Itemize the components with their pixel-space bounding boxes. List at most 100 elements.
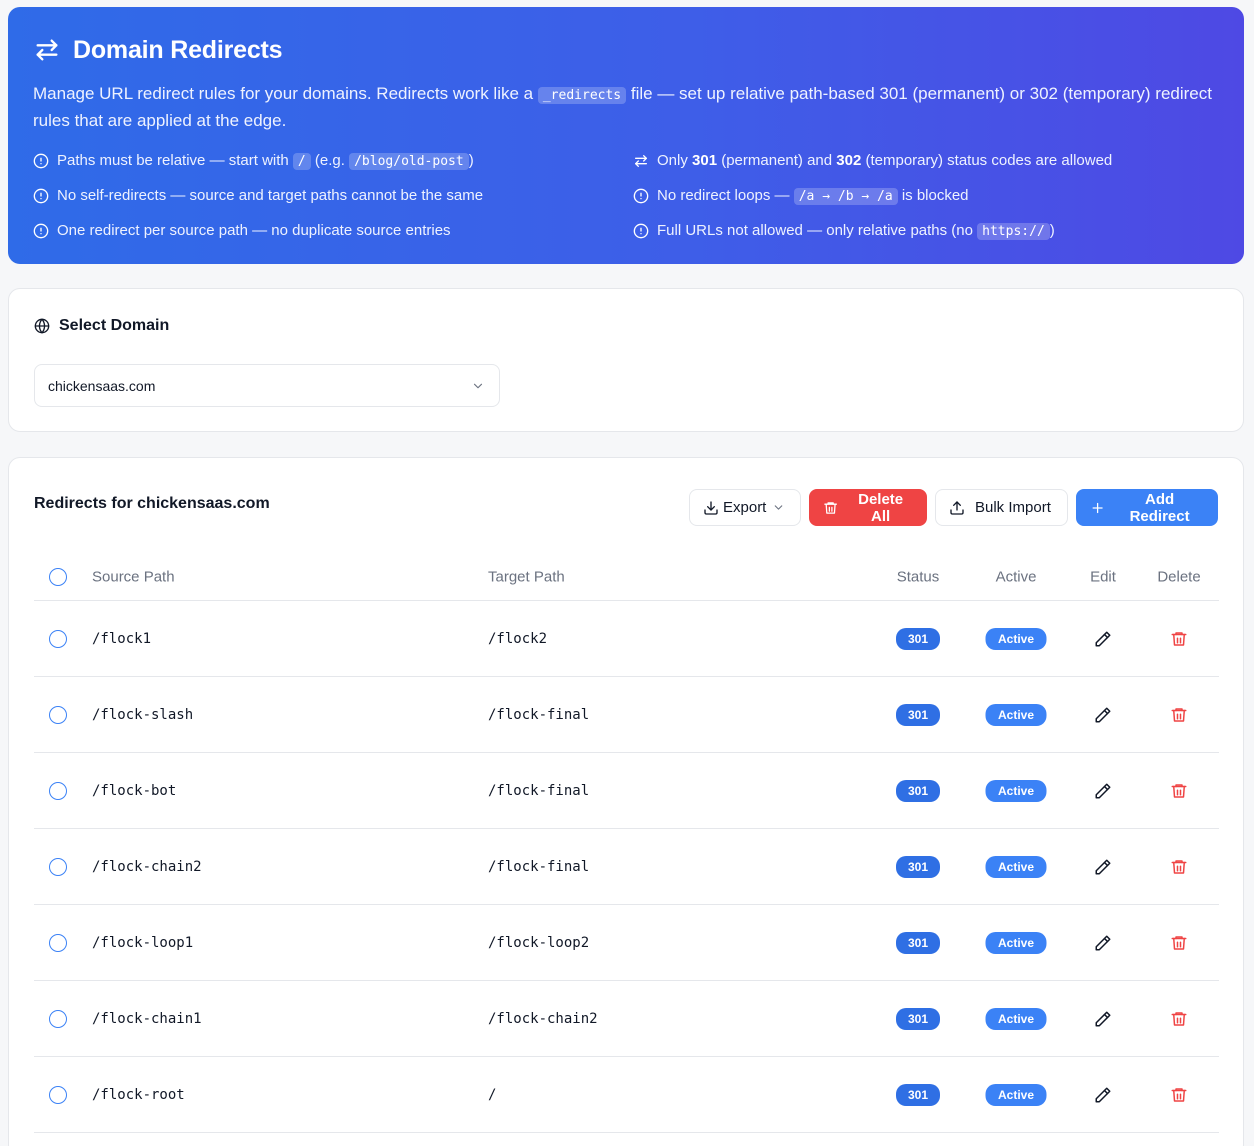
rule-no-loops: No redirect loops — /a → /b → /a is bloc… <box>633 186 1223 205</box>
redirects-card: Redirects for chickensaas.com Export Del… <box>8 457 1244 1146</box>
alert-circle-icon <box>633 223 649 238</box>
domain-select-value: chickensaas.com <box>48 377 156 394</box>
table-row: /flock-chain1 /flock-chain2 301 Active <box>34 981 1219 1057</box>
active-toggle[interactable]: Active <box>985 779 1047 802</box>
pencil-icon <box>1095 783 1111 798</box>
active-toggle[interactable]: Active <box>985 627 1047 650</box>
table-row: /flock-bot /flock-final 301 Active <box>34 753 1219 829</box>
status-badge: 301 <box>896 1083 940 1106</box>
domain-select[interactable]: chickensaas.com <box>34 364 500 407</box>
edit-button[interactable] <box>1094 706 1112 724</box>
row-checkbox[interactable] <box>49 705 67 724</box>
alert-circle-icon <box>33 153 49 168</box>
edit-button[interactable] <box>1094 630 1112 648</box>
pencil-icon <box>1095 707 1111 722</box>
alert-circle-icon <box>633 188 649 203</box>
trash-icon <box>1171 631 1187 646</box>
page-title: Domain Redirects <box>73 35 283 64</box>
active-toggle[interactable]: Active <box>985 855 1047 878</box>
row-checkbox[interactable] <box>49 1009 67 1028</box>
pencil-icon <box>1095 1087 1111 1102</box>
column-source: Source Path <box>92 568 175 585</box>
pencil-icon <box>1095 859 1111 874</box>
trash-icon <box>1171 859 1187 874</box>
domain-select-header: Select Domain <box>34 317 169 335</box>
row-checkbox[interactable] <box>49 857 67 876</box>
target-path: /flock2 <box>488 630 548 647</box>
table-row: /flock-slash /flock-final 301 Active <box>34 677 1219 753</box>
active-toggle[interactable]: Active <box>985 703 1047 726</box>
target-path: /flock-final <box>488 782 590 799</box>
edit-button[interactable] <box>1094 858 1112 876</box>
row-checkbox[interactable] <box>49 1085 67 1104</box>
rule-relative-paths: Paths must be relative — start with / (e… <box>33 151 633 170</box>
column-active: Active <box>995 568 1037 585</box>
column-status: Status <box>896 568 940 585</box>
banner-header: Domain Redirects <box>33 35 1219 65</box>
delete-button[interactable] <box>1170 858 1188 876</box>
target-path: / <box>488 1086 497 1103</box>
source-path: /flock-bot <box>92 782 177 799</box>
domain-select-card: Select Domain chickensaas.com <box>8 288 1244 432</box>
alert-circle-icon <box>33 188 49 203</box>
delete-button[interactable] <box>1170 1086 1188 1104</box>
status-badge: 301 <box>896 1007 940 1030</box>
redirects-title: Redirects for chickensaas.com <box>34 495 270 512</box>
export-button[interactable]: Export <box>689 489 801 526</box>
edit-button[interactable] <box>1094 934 1112 952</box>
column-edit: Edit <box>1090 568 1116 585</box>
trash-icon <box>1171 783 1187 798</box>
edit-button[interactable] <box>1094 1086 1112 1104</box>
select-all-checkbox[interactable] <box>49 567 67 586</box>
rule-no-full-urls: Full URLs not allowed — only relative pa… <box>633 221 1223 240</box>
arrows-exchange-icon <box>36 39 58 61</box>
source-path: /flock1 <box>92 630 152 647</box>
chevron-down-icon <box>473 383 483 388</box>
rule-one-per-source: One redirect per source path — no duplic… <box>33 221 633 240</box>
globe-icon <box>34 318 50 334</box>
delete-button[interactable] <box>1170 934 1188 952</box>
source-path: /flock-loop1 <box>92 934 194 951</box>
toolbar: Export Delete All Bulk Import Add Redire… <box>689 489 1218 526</box>
row-checkbox[interactable] <box>49 933 67 952</box>
download-icon <box>704 500 718 515</box>
source-path: /flock-root <box>92 1086 185 1103</box>
row-checkbox[interactable] <box>49 781 67 800</box>
source-path: /flock-chain1 <box>92 1010 202 1027</box>
status-badge: 301 <box>896 779 940 802</box>
active-toggle[interactable]: Active <box>985 931 1047 954</box>
pencil-icon <box>1095 935 1111 950</box>
trash-icon <box>1171 707 1187 722</box>
edit-button[interactable] <box>1094 782 1112 800</box>
alert-circle-icon <box>33 223 49 238</box>
column-target: Target Path <box>488 568 565 585</box>
domain-select-label: Select Domain <box>59 317 170 334</box>
plus-icon <box>1092 502 1103 513</box>
delete-all-button[interactable]: Delete All <box>809 489 927 526</box>
arrows-exchange-icon <box>635 154 647 167</box>
row-checkbox[interactable] <box>49 629 67 648</box>
delete-button[interactable] <box>1170 782 1188 800</box>
trash-icon <box>1171 935 1187 950</box>
edit-button[interactable] <box>1094 1010 1112 1028</box>
status-badge: 301 <box>896 703 940 726</box>
add-redirect-button[interactable]: Add Redirect <box>1076 489 1218 526</box>
target-path: /flock-final <box>488 858 590 875</box>
bulk-import-button[interactable]: Bulk Import <box>935 489 1068 526</box>
page-description: Manage URL redirect rules for your domai… <box>33 84 1212 130</box>
table-header: Source Path Target Path Status Active Ed… <box>34 553 1219 601</box>
delete-button[interactable] <box>1170 630 1188 648</box>
status-badge: 301 <box>896 627 940 650</box>
table-row: /flock1 /flock2 301 Active <box>34 601 1219 677</box>
delete-button[interactable] <box>1170 706 1188 724</box>
pencil-icon <box>1095 1011 1111 1026</box>
rule-no-self-redirects: No self-redirects — source and target pa… <box>33 186 633 205</box>
table-row: /flock-chain2 /flock-final 301 Active <box>34 829 1219 905</box>
column-delete: Delete <box>1157 568 1201 585</box>
delete-button[interactable] <box>1170 1010 1188 1028</box>
active-toggle[interactable]: Active <box>985 1007 1047 1030</box>
active-toggle[interactable]: Active <box>985 1083 1047 1106</box>
table-row: /flock-root / 301 Active <box>34 1057 1219 1133</box>
chevron-down-icon <box>775 505 783 510</box>
trash-icon <box>1171 1011 1187 1026</box>
